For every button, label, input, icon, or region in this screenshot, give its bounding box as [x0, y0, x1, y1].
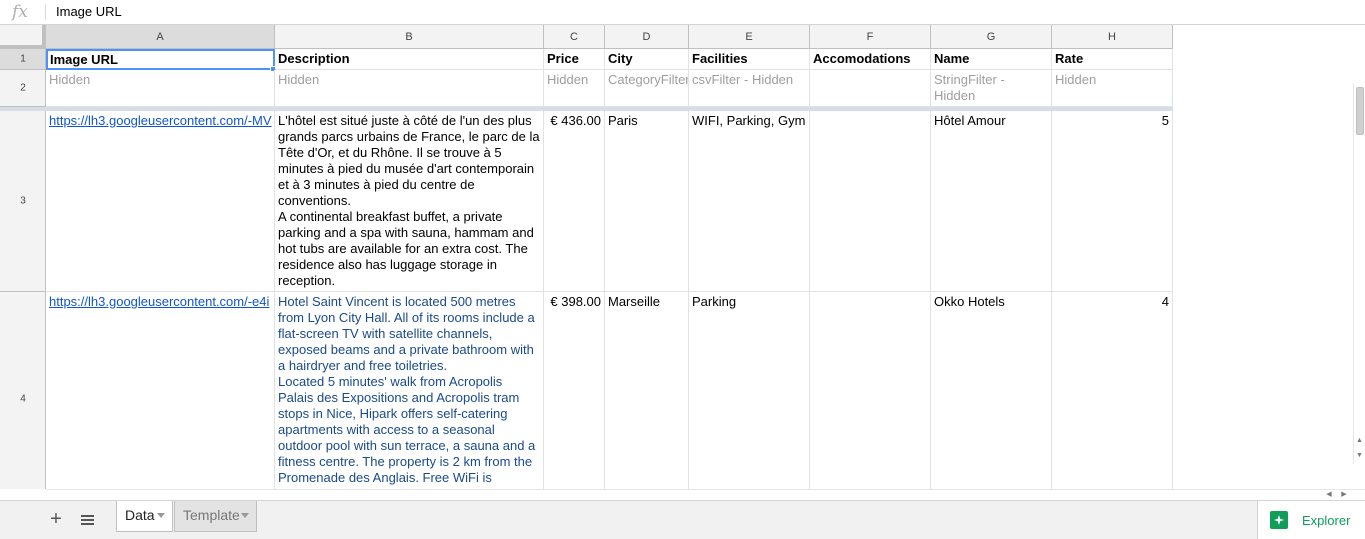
cell-b2[interactable]: Hidden — [275, 70, 544, 107]
column-header-filler — [1173, 25, 1365, 49]
cell-a2[interactable]: Hidden — [46, 70, 275, 107]
scroll-right-arrow-icon[interactable]: ▶ — [1338, 490, 1350, 500]
cell-c3-price[interactable]: € 436.00 — [544, 111, 605, 292]
chevron-down-icon[interactable] — [241, 513, 249, 518]
row-header-2[interactable]: 2 — [0, 70, 46, 107]
column-header-d[interactable]: D — [605, 25, 689, 49]
cell-h2[interactable]: Hidden — [1052, 70, 1173, 107]
cell-f3-accomodations[interactable] — [810, 111, 931, 292]
sheet-tab-bar: + Data Template Explorer — [0, 500, 1365, 539]
cell-e1[interactable]: Facilities — [689, 49, 810, 70]
sheet-tab-label: Template — [183, 507, 240, 523]
cell-h3-rate[interactable]: 5 — [1052, 111, 1173, 292]
scroll-down-arrow-icon[interactable]: ▼ — [1354, 449, 1365, 462]
add-sheet-plus-icon[interactable]: + — [45, 509, 67, 531]
column-header-a[interactable]: A — [46, 25, 275, 49]
column-header-b[interactable]: B — [275, 25, 544, 49]
cell-e2[interactable]: csvFilter - Hidden — [689, 70, 810, 107]
chevron-down-icon[interactable] — [157, 513, 165, 518]
cell-d3-city[interactable]: Paris — [605, 111, 689, 292]
cell-c4-price[interactable]: € 398.00 — [544, 292, 605, 489]
row-header-3[interactable]: 3 — [0, 111, 46, 292]
cell-a4-image-url[interactable]: https://lh3.googleusercontent.com/-e4i — [46, 292, 275, 489]
row-number: 3 — [20, 195, 26, 207]
explorer-label: Explorer — [1302, 513, 1351, 528]
column-header-e[interactable]: E — [689, 25, 810, 49]
menu-line — [81, 523, 94, 525]
row-number: 1 — [20, 53, 26, 65]
cell-g2[interactable]: StringFilter - Hidden — [931, 70, 1052, 107]
row-number: 4 — [20, 393, 26, 404]
formula-bar: fx Image URL — [0, 0, 1365, 25]
cell-f1[interactable]: Accomodations — [810, 49, 931, 70]
cell-g4-name[interactable]: Okko Hotels — [931, 292, 1052, 489]
cell-b3-description[interactable]: L'hôtel est situé juste à côté de l'un d… — [275, 111, 544, 292]
column-header-c[interactable]: C — [544, 25, 605, 49]
explorer-sparkle-icon — [1270, 511, 1288, 529]
all-sheets-menu-icon[interactable] — [76, 509, 98, 531]
scroll-up-arrow-icon[interactable]: ▲ — [1354, 434, 1365, 447]
menu-line — [81, 515, 94, 517]
column-header-f[interactable]: F — [810, 25, 931, 49]
cell-b1[interactable]: Description — [275, 49, 544, 70]
sheet-tab-template[interactable]: Template — [174, 501, 257, 532]
cell-g3-name[interactable]: Hôtel Amour — [931, 111, 1052, 292]
formula-input[interactable]: Image URL — [56, 4, 1256, 21]
scroll-left-arrow-icon[interactable]: ◀ — [1323, 490, 1335, 500]
cell-e4-facilities[interactable]: Parking — [689, 292, 810, 489]
cell-a1[interactable]: Image URL — [46, 49, 275, 70]
cell-h4-rate[interactable]: 4 — [1052, 292, 1173, 489]
horizontal-scrollbar[interactable] — [46, 489, 1365, 500]
vertical-scrollbar[interactable] — [1353, 83, 1365, 464]
sheet-tab-label: Data — [125, 507, 155, 523]
cell-c1[interactable]: Price — [544, 49, 605, 70]
sheet-tab-data[interactable]: Data — [116, 501, 173, 532]
column-header-h[interactable]: H — [1052, 25, 1173, 49]
cell-a3-image-url[interactable]: https://lh3.googleusercontent.com/-MV — [46, 111, 275, 292]
cell-d1[interactable]: City — [605, 49, 689, 70]
cell-d2[interactable]: CategoryFilter — [605, 70, 689, 107]
cell-d4-city[interactable]: Marseille — [605, 292, 689, 489]
row-header-1[interactable]: 1 — [0, 49, 46, 70]
row-header-4[interactable]: 4 — [0, 292, 46, 489]
cell-b4-description[interactable]: Hotel Saint Vincent is located 500 metre… — [275, 292, 544, 489]
vertical-scroll-thumb[interactable] — [1356, 87, 1364, 135]
cell-g1[interactable]: Name — [931, 49, 1052, 70]
cell-c2[interactable]: Hidden — [544, 70, 605, 107]
fx-icon: fx — [12, 2, 28, 22]
explorer-button[interactable]: Explorer — [1257, 501, 1365, 539]
cell-h1[interactable]: Rate — [1052, 49, 1173, 70]
spreadsheet-grid: A B C D E F G H 1 2 3 4 Image URL Descri… — [0, 25, 1365, 489]
formula-separator — [45, 4, 46, 20]
cell-e3-facilities[interactable]: WIFI, Parking, Gym — [689, 111, 810, 292]
row-number: 2 — [20, 82, 26, 94]
menu-line — [81, 519, 94, 521]
column-header-g[interactable]: G — [931, 25, 1052, 49]
cell-f2[interactable] — [810, 70, 931, 107]
cell-f4-accomodations[interactable] — [810, 292, 931, 489]
